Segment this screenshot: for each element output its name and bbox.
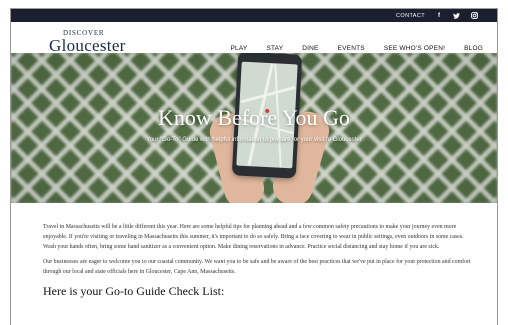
- instagram-icon[interactable]: [471, 12, 479, 19]
- intro-paragraph: Travel in Massachusetts will be a little…: [43, 224, 464, 250]
- contact-link[interactable]: CONTACT: [396, 13, 425, 19]
- nav-item-play[interactable]: PLAY: [230, 45, 247, 52]
- twitter-icon[interactable]: [453, 12, 461, 19]
- utility-bar: CONTACT f: [11, 9, 497, 22]
- nav-item-blog[interactable]: BLOG: [464, 45, 483, 52]
- hero-subtitle: Your "Go-To" Guide with helpful informat…: [146, 137, 362, 143]
- hero-title: Know Before You Go: [158, 105, 350, 130]
- hero-banner: Know Before You Go Your "Go-To" Guide wi…: [11, 53, 497, 203]
- browser-page: CONTACT f DISCOVER Gloucester PLAY STAY …: [10, 8, 498, 325]
- nav-item-stay[interactable]: STAY: [266, 45, 283, 52]
- nav-item-see-whos-open[interactable]: SEE WHO'S OPEN!: [384, 45, 445, 52]
- page-content: Travel in Massachusetts will be a little…: [43, 223, 473, 299]
- facebook-icon[interactable]: f: [435, 13, 443, 19]
- nav-item-dine[interactable]: DINE: [302, 45, 318, 52]
- welcome-paragraph: Our businesses are eager to welcome you …: [43, 259, 471, 276]
- checklist-heading: Here is your Go-to Guide Check List:: [43, 283, 225, 298]
- main-nav: PLAY STAY DINE EVENTS SEE WHO'S OPEN! BL…: [230, 45, 483, 52]
- nav-item-events[interactable]: EVENTS: [338, 45, 365, 52]
